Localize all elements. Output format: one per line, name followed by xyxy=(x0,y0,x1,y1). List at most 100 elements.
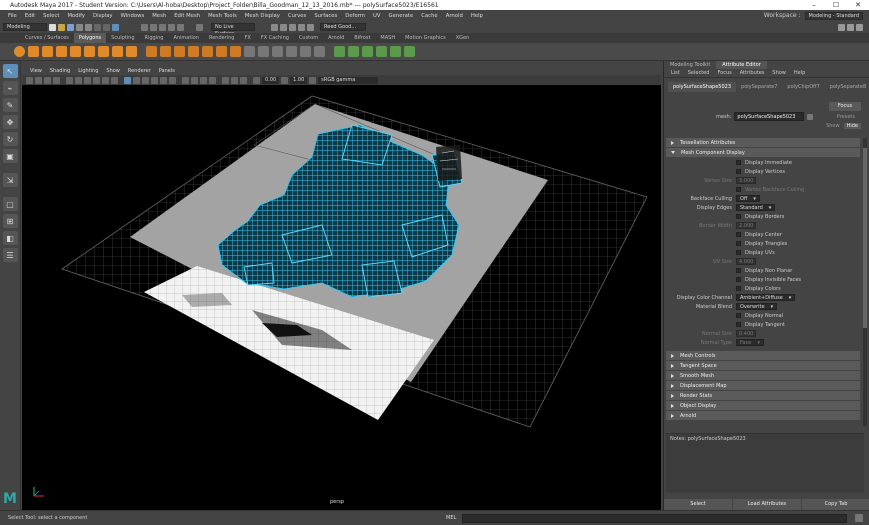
menu-mesh[interactable]: Mesh xyxy=(148,13,170,19)
depth-of-field-icon[interactable] xyxy=(209,76,216,84)
shelf-tab-curves[interactable]: Curves / Surfaces xyxy=(20,33,74,43)
undo-icon[interactable] xyxy=(76,23,83,31)
tab-modeling-toolkit[interactable]: Modeling Toolkit xyxy=(664,61,716,69)
display-triangles-checkbox[interactable] xyxy=(736,241,741,246)
viewport-menu-renderer[interactable]: Renderer xyxy=(124,68,155,74)
viewport-menu-view[interactable]: View xyxy=(26,68,46,74)
view-transform-dropdown[interactable]: sRGB gamma xyxy=(318,76,379,84)
field-chart-icon[interactable] xyxy=(102,76,109,84)
persp-outliner-icon[interactable]: ◧ xyxy=(2,231,18,245)
safe-action-icon[interactable] xyxy=(111,76,118,84)
magnet-icon[interactable] xyxy=(196,23,203,31)
select-tool-icon[interactable]: ↖ xyxy=(2,64,18,78)
extrude-icon[interactable] xyxy=(202,46,213,57)
select-camera-icon[interactable] xyxy=(26,76,33,84)
section-mesh-component-display[interactable]: Mesh Component Display xyxy=(666,148,860,157)
planar-map-icon[interactable] xyxy=(348,46,359,57)
section-smooth-mesh[interactable]: Smooth Mesh xyxy=(666,371,860,380)
shelf-tab-fx[interactable]: FX xyxy=(240,33,256,43)
textured-icon[interactable] xyxy=(151,76,158,84)
wireframe-icon[interactable] xyxy=(124,76,131,84)
ae-menu-selected[interactable]: Selected xyxy=(684,70,714,76)
ambient-occlusion-icon[interactable] xyxy=(182,76,189,84)
anti-aliasing-icon[interactable] xyxy=(200,76,207,84)
normal-type-dropdown[interactable]: Face ▾ xyxy=(736,339,764,346)
lock-icon[interactable] xyxy=(307,23,314,31)
settings-icon[interactable] xyxy=(838,23,845,31)
xray-icon[interactable] xyxy=(231,76,238,84)
display-normal-checkbox[interactable] xyxy=(736,313,741,318)
normal-size-field[interactable]: 0.400 xyxy=(736,330,756,337)
redo-icon[interactable] xyxy=(85,23,92,31)
snap-surface-icon[interactable] xyxy=(168,23,175,31)
cylindrical-map-icon[interactable] xyxy=(376,46,387,57)
new-scene-icon[interactable] xyxy=(49,23,56,31)
poly-text-icon[interactable] xyxy=(112,46,123,57)
viewport-menu-show[interactable]: Show xyxy=(102,68,124,74)
channel-box-toggle-icon[interactable] xyxy=(856,23,863,31)
menu-modify[interactable]: Modify xyxy=(63,13,89,19)
gate-mask-icon[interactable] xyxy=(93,76,100,84)
shelf-tab-polygons[interactable]: Polygons xyxy=(73,33,107,43)
shelf-tab-sculpting[interactable]: Sculpting xyxy=(106,33,139,43)
menu-uv[interactable]: UV xyxy=(369,13,385,19)
grid-icon[interactable] xyxy=(66,76,73,84)
display-center-checkbox[interactable] xyxy=(736,232,741,237)
menu-edit[interactable]: Edit xyxy=(21,13,39,19)
display-non-planar-checkbox[interactable] xyxy=(736,268,741,273)
bookmark-icon[interactable] xyxy=(44,76,51,84)
rotate-tool-icon[interactable]: ↻ xyxy=(2,132,18,146)
ae-menu-focus[interactable]: Focus xyxy=(713,70,735,76)
command-line-input[interactable] xyxy=(462,513,847,523)
notes-area[interactable]: Notes: polySurfaceShape5023 xyxy=(666,433,864,493)
display-tangent-checkbox[interactable] xyxy=(736,322,741,327)
move-tool-icon[interactable]: ✥ xyxy=(2,115,18,129)
exposure-icon[interactable] xyxy=(253,76,260,84)
menu-surfaces[interactable]: Surfaces xyxy=(310,13,341,19)
maximize-icon[interactable]: ☐ xyxy=(825,1,847,9)
section-tessellation[interactable]: Tessellation Attributes xyxy=(666,138,860,147)
uv-size-field[interactable]: 4.000 xyxy=(736,258,756,265)
four-pane-icon[interactable]: ⊞ xyxy=(2,214,18,228)
isolate-select-icon[interactable] xyxy=(222,76,229,84)
save-scene-icon[interactable] xyxy=(67,23,74,31)
section-tangent-space[interactable]: Tangent Space xyxy=(666,361,860,370)
attribute-scrollbar[interactable] xyxy=(863,138,867,426)
single-pane-icon[interactable]: ▢ xyxy=(2,197,18,211)
load-attributes-button[interactable]: Load Attributes xyxy=(733,499,801,510)
poly-svg-icon[interactable] xyxy=(126,46,137,57)
mesh-name-field[interactable]: polySurfaceShape5023 xyxy=(734,112,805,121)
bridge-icon[interactable] xyxy=(216,46,227,57)
xray-joints-icon[interactable] xyxy=(240,76,247,84)
3d-scene[interactable] xyxy=(22,85,661,510)
ae-menu-show[interactable]: Show xyxy=(768,70,790,76)
display-borders-checkbox[interactable] xyxy=(736,214,741,219)
render-icon[interactable] xyxy=(271,23,278,31)
image-plane-icon[interactable] xyxy=(53,76,60,84)
shelf-tab-xgen[interactable]: XGen xyxy=(451,33,475,43)
live-surface-field[interactable]: No Live Surface xyxy=(211,23,255,37)
tab-attribute-editor[interactable]: Attribute Editor xyxy=(716,61,767,69)
shelf-tab-fx-caching[interactable]: FX Caching xyxy=(256,33,294,43)
menu-cache[interactable]: Cache xyxy=(417,13,441,19)
edge-loop-icon[interactable] xyxy=(272,46,283,57)
poly-plane-icon[interactable] xyxy=(84,46,95,57)
shelf-tab-arnold[interactable]: Arnold xyxy=(323,33,349,43)
separate-icon[interactable] xyxy=(160,46,171,57)
smooth-shade-icon[interactable] xyxy=(133,76,140,84)
quad-draw-icon[interactable] xyxy=(286,46,297,57)
node-tab-chipoff7[interactable]: polyChipOff7 xyxy=(782,82,824,92)
vertex-size-field[interactable]: 3.000 xyxy=(736,177,756,184)
poly-cylinder-icon[interactable] xyxy=(42,46,53,57)
shelf-tab-motion-graphics[interactable]: Motion Graphics xyxy=(400,33,451,43)
unfold-icon[interactable] xyxy=(390,46,401,57)
workspace-dropdown[interactable]: Modeling - Standard xyxy=(804,11,863,20)
boolean-icon[interactable] xyxy=(188,46,199,57)
ipr-render-icon[interactable] xyxy=(280,23,287,31)
snap-point-icon[interactable] xyxy=(159,23,166,31)
paint-select-icon[interactable]: ✎ xyxy=(2,98,18,112)
menu-mesh-tools[interactable]: Mesh Tools xyxy=(204,13,241,19)
shelf-tab-animation[interactable]: Animation xyxy=(168,33,204,43)
combine-icon[interactable] xyxy=(146,46,157,57)
section-displacement-map[interactable]: Displacement Map xyxy=(666,381,860,390)
